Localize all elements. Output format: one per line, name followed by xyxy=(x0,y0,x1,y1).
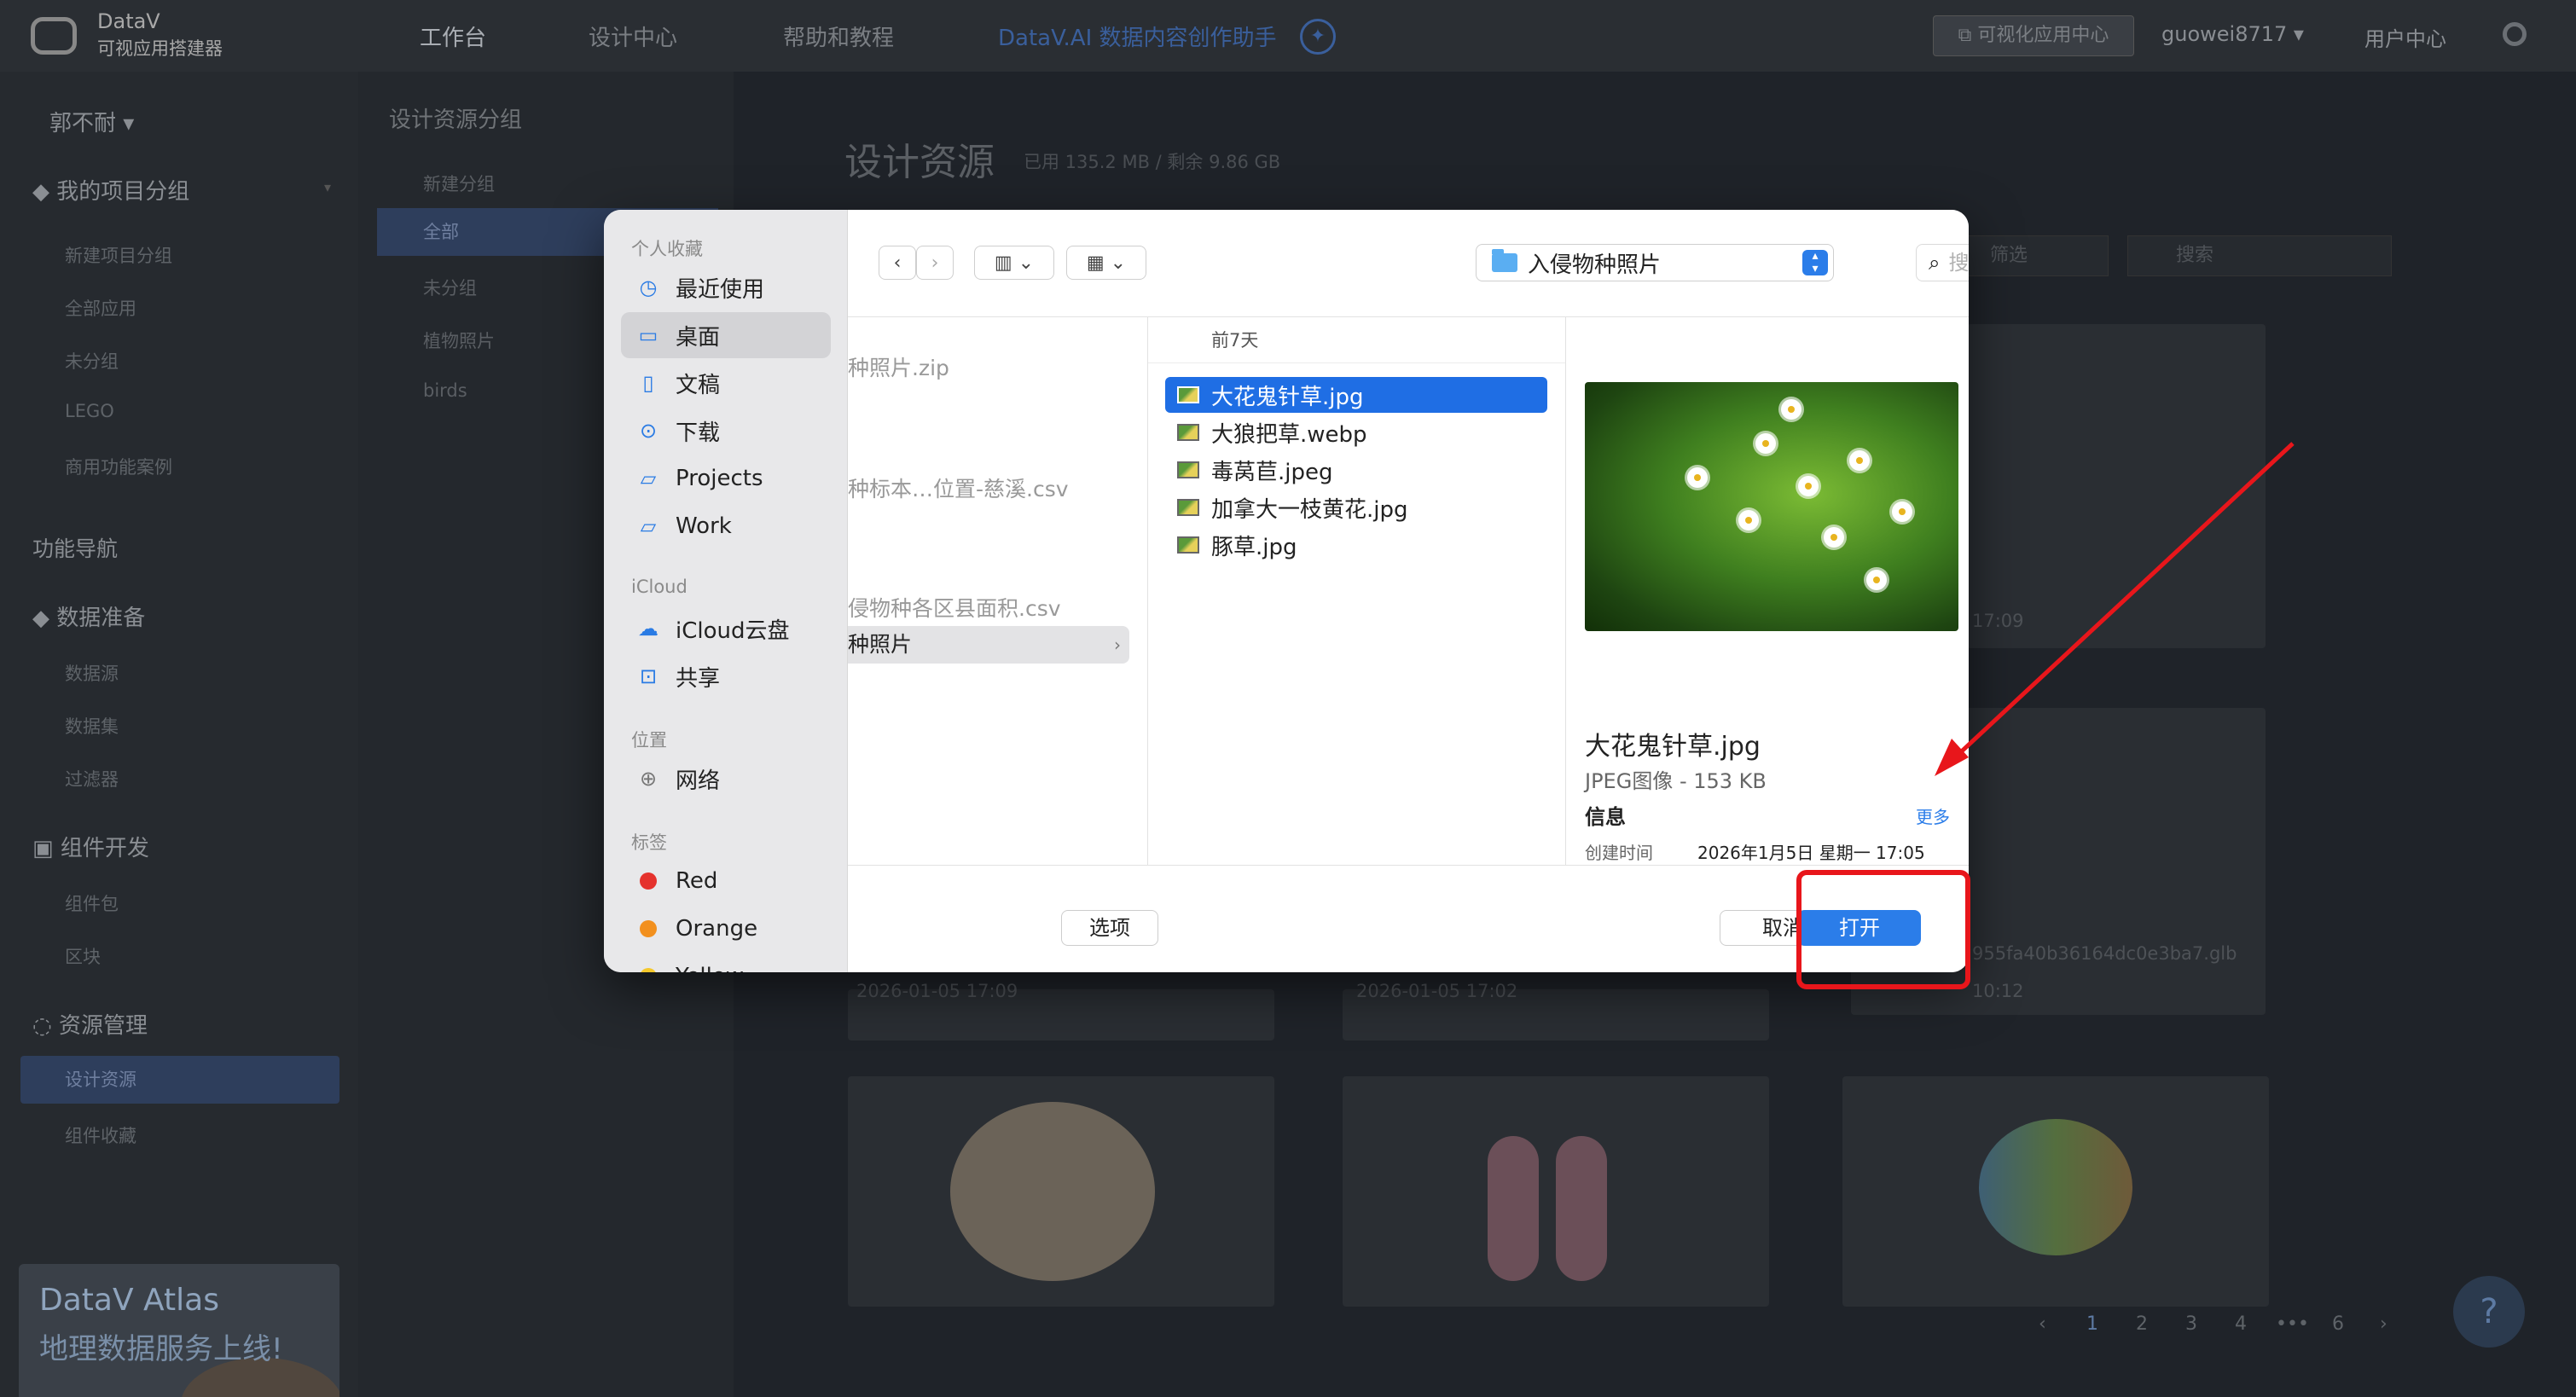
annotation-arrow-icon xyxy=(1935,442,2295,776)
